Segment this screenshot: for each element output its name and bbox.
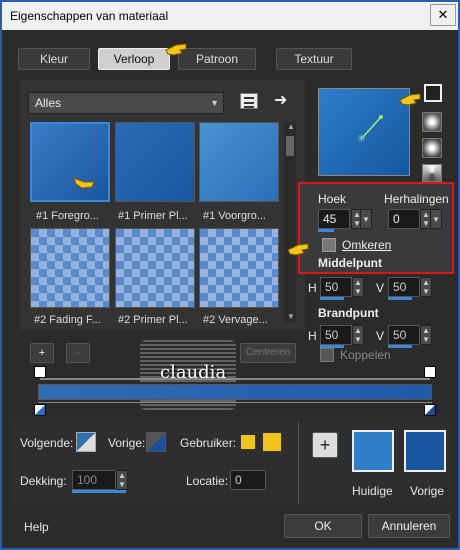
middelpunt-v-slider-fill [388,297,412,300]
remove-stop-button[interactable]: - [66,343,90,363]
hand-pointer-icon [165,43,187,56]
hand-pointer-icon [73,177,95,189]
thumb-label: #2 Vervage... [203,314,268,326]
gradient-thumb-2[interactable] [115,122,195,202]
brandpunt-label: Brandpunt [318,306,379,320]
middelpunt-h-input[interactable]: 50 [320,277,352,297]
herhalingen-dropdown-icon[interactable]: ▼ [430,209,442,229]
thumb-label: #2 Primer Pl... [118,314,188,326]
thumb-label: #2 Fading F... [34,314,101,326]
scroll-down-icon[interactable]: ▼ [287,312,295,321]
chevron-down-icon: ▼ [210,98,219,108]
locatie-input[interactable]: 0 [230,470,266,490]
thumb-label: #1 Foregro... [36,210,99,222]
thumb-label: #1 Voorgro... [203,210,266,222]
gebruiker-label: Gebruiker: [180,436,237,450]
brandpunt-v-input[interactable]: 50 [388,325,420,345]
locatie-label: Locatie: [186,474,229,488]
h-label: H [308,329,317,343]
dekking-spin[interactable]: ▲ ▼ [116,470,128,490]
middelpunt-v-spin[interactable]: ▲ ▼ [420,277,432,297]
brandpunt-h-spin[interactable]: ▲ ▼ [352,325,364,345]
volgende-color-button[interactable] [76,432,96,452]
h-label: H [308,281,317,295]
color-stop-right[interactable] [424,404,436,416]
current-color-swatch[interactable] [352,430,394,472]
middelpunt-h-slider-fill [320,297,344,300]
close-button[interactable]: ✕ [430,4,456,26]
gebruiker-color-swatch[interactable] [262,432,282,452]
koppelen-checkbox[interactable] [320,348,334,362]
hoek-input[interactable]: 45 [318,209,350,229]
arrow-right-icon[interactable]: ➜ [274,90,287,110]
hoek-slider-fill [318,229,334,232]
hoek-dropdown-icon[interactable]: ▼ [360,209,372,229]
middelpunt-v-input[interactable]: 50 [388,277,420,297]
divider [298,422,299,504]
volgende-label: Volgende: [20,436,74,450]
middelpunt-label: Middelpunt [318,256,382,270]
opacity-track [40,378,430,380]
dekking-label: Dekking: [20,474,67,488]
gradient-thumb-4[interactable] [30,228,110,308]
omkeren-checkbox[interactable] [322,238,336,252]
gradient-thumb-5[interactable] [115,228,195,308]
gradient-preview[interactable]: ✳ [318,88,410,176]
tab-textuur[interactable]: Textuur [276,48,352,70]
v-label: V [376,281,385,295]
add-swatch-button[interactable]: + [312,432,338,458]
gebruiker-color-button[interactable] [240,434,256,450]
middelpunt-h-spin[interactable]: ▲ ▼ [352,277,364,297]
library-filter-dropdown[interactable]: Alles ▼ [28,92,224,114]
ok-button[interactable]: OK [284,514,362,538]
tab-patroon[interactable]: Patroon [178,48,256,70]
huidige-label: Huidige [352,484,393,498]
color-stop-left[interactable] [34,404,46,416]
opacity-stop-left[interactable] [34,366,46,378]
vorige-color-button[interactable] [146,432,166,452]
scroll-up-icon[interactable]: ▲ [287,122,295,131]
cancel-button[interactable]: Annuleren [368,514,450,538]
window-title: Eigenschappen van materiaal [10,9,169,23]
rectangular-style-button[interactable] [422,112,442,132]
hand-pointer-icon [287,243,309,256]
gradient-thumb-3[interactable] [199,122,279,202]
linear-style-button[interactable] [424,84,442,102]
thumb-label: #1 Primer Pl... [118,210,188,222]
help-link[interactable]: Help [24,520,49,534]
koppelen-label: Koppelen [340,348,391,362]
title-bar: Eigenschappen van materiaal ✕ [2,2,458,30]
library-filter-value: Alles [35,96,62,110]
opacity-stop-right[interactable] [424,366,436,378]
library-scrollbar[interactable]: ▲ ▼ [284,122,296,322]
previous-color-swatch[interactable] [404,430,446,472]
brandpunt-v-spin[interactable]: ▲ ▼ [420,325,432,345]
svg-text:✳: ✳ [357,132,366,145]
vorige-swatch-label: Vorige [410,484,445,498]
gradient-thumb-1[interactable] [30,122,110,202]
center-stops-button[interactable]: Centreren [240,343,296,363]
tab-verloop[interactable]: Verloop [98,48,170,70]
add-stop-button[interactable]: + [30,343,54,363]
library-options-icon[interactable] [240,93,258,109]
gradient-bar[interactable] [38,384,432,400]
hoek-label: Hoek [318,192,347,206]
dekking-slider-fill [72,490,126,493]
dekking-input[interactable]: 100 [72,470,116,490]
color-track [38,402,432,403]
herhalingen-label: Herhalingen [384,192,449,206]
scroll-thumb[interactable] [286,136,294,156]
tab-kleur[interactable]: Kleur [18,48,90,70]
omkeren-label: Omkeren [342,238,392,252]
gradient-thumb-6[interactable] [199,228,279,308]
v-label: V [376,329,385,343]
brandpunt-v-slider-fill [388,345,412,348]
hand-pointer-icon [399,93,421,106]
herhalingen-input[interactable]: 0 [388,209,420,229]
brandpunt-h-input[interactable]: 50 [320,325,352,345]
vorige-label: Vorige: [108,436,146,450]
sunburst-style-button[interactable] [422,164,442,182]
radial-style-button[interactable] [422,138,442,158]
